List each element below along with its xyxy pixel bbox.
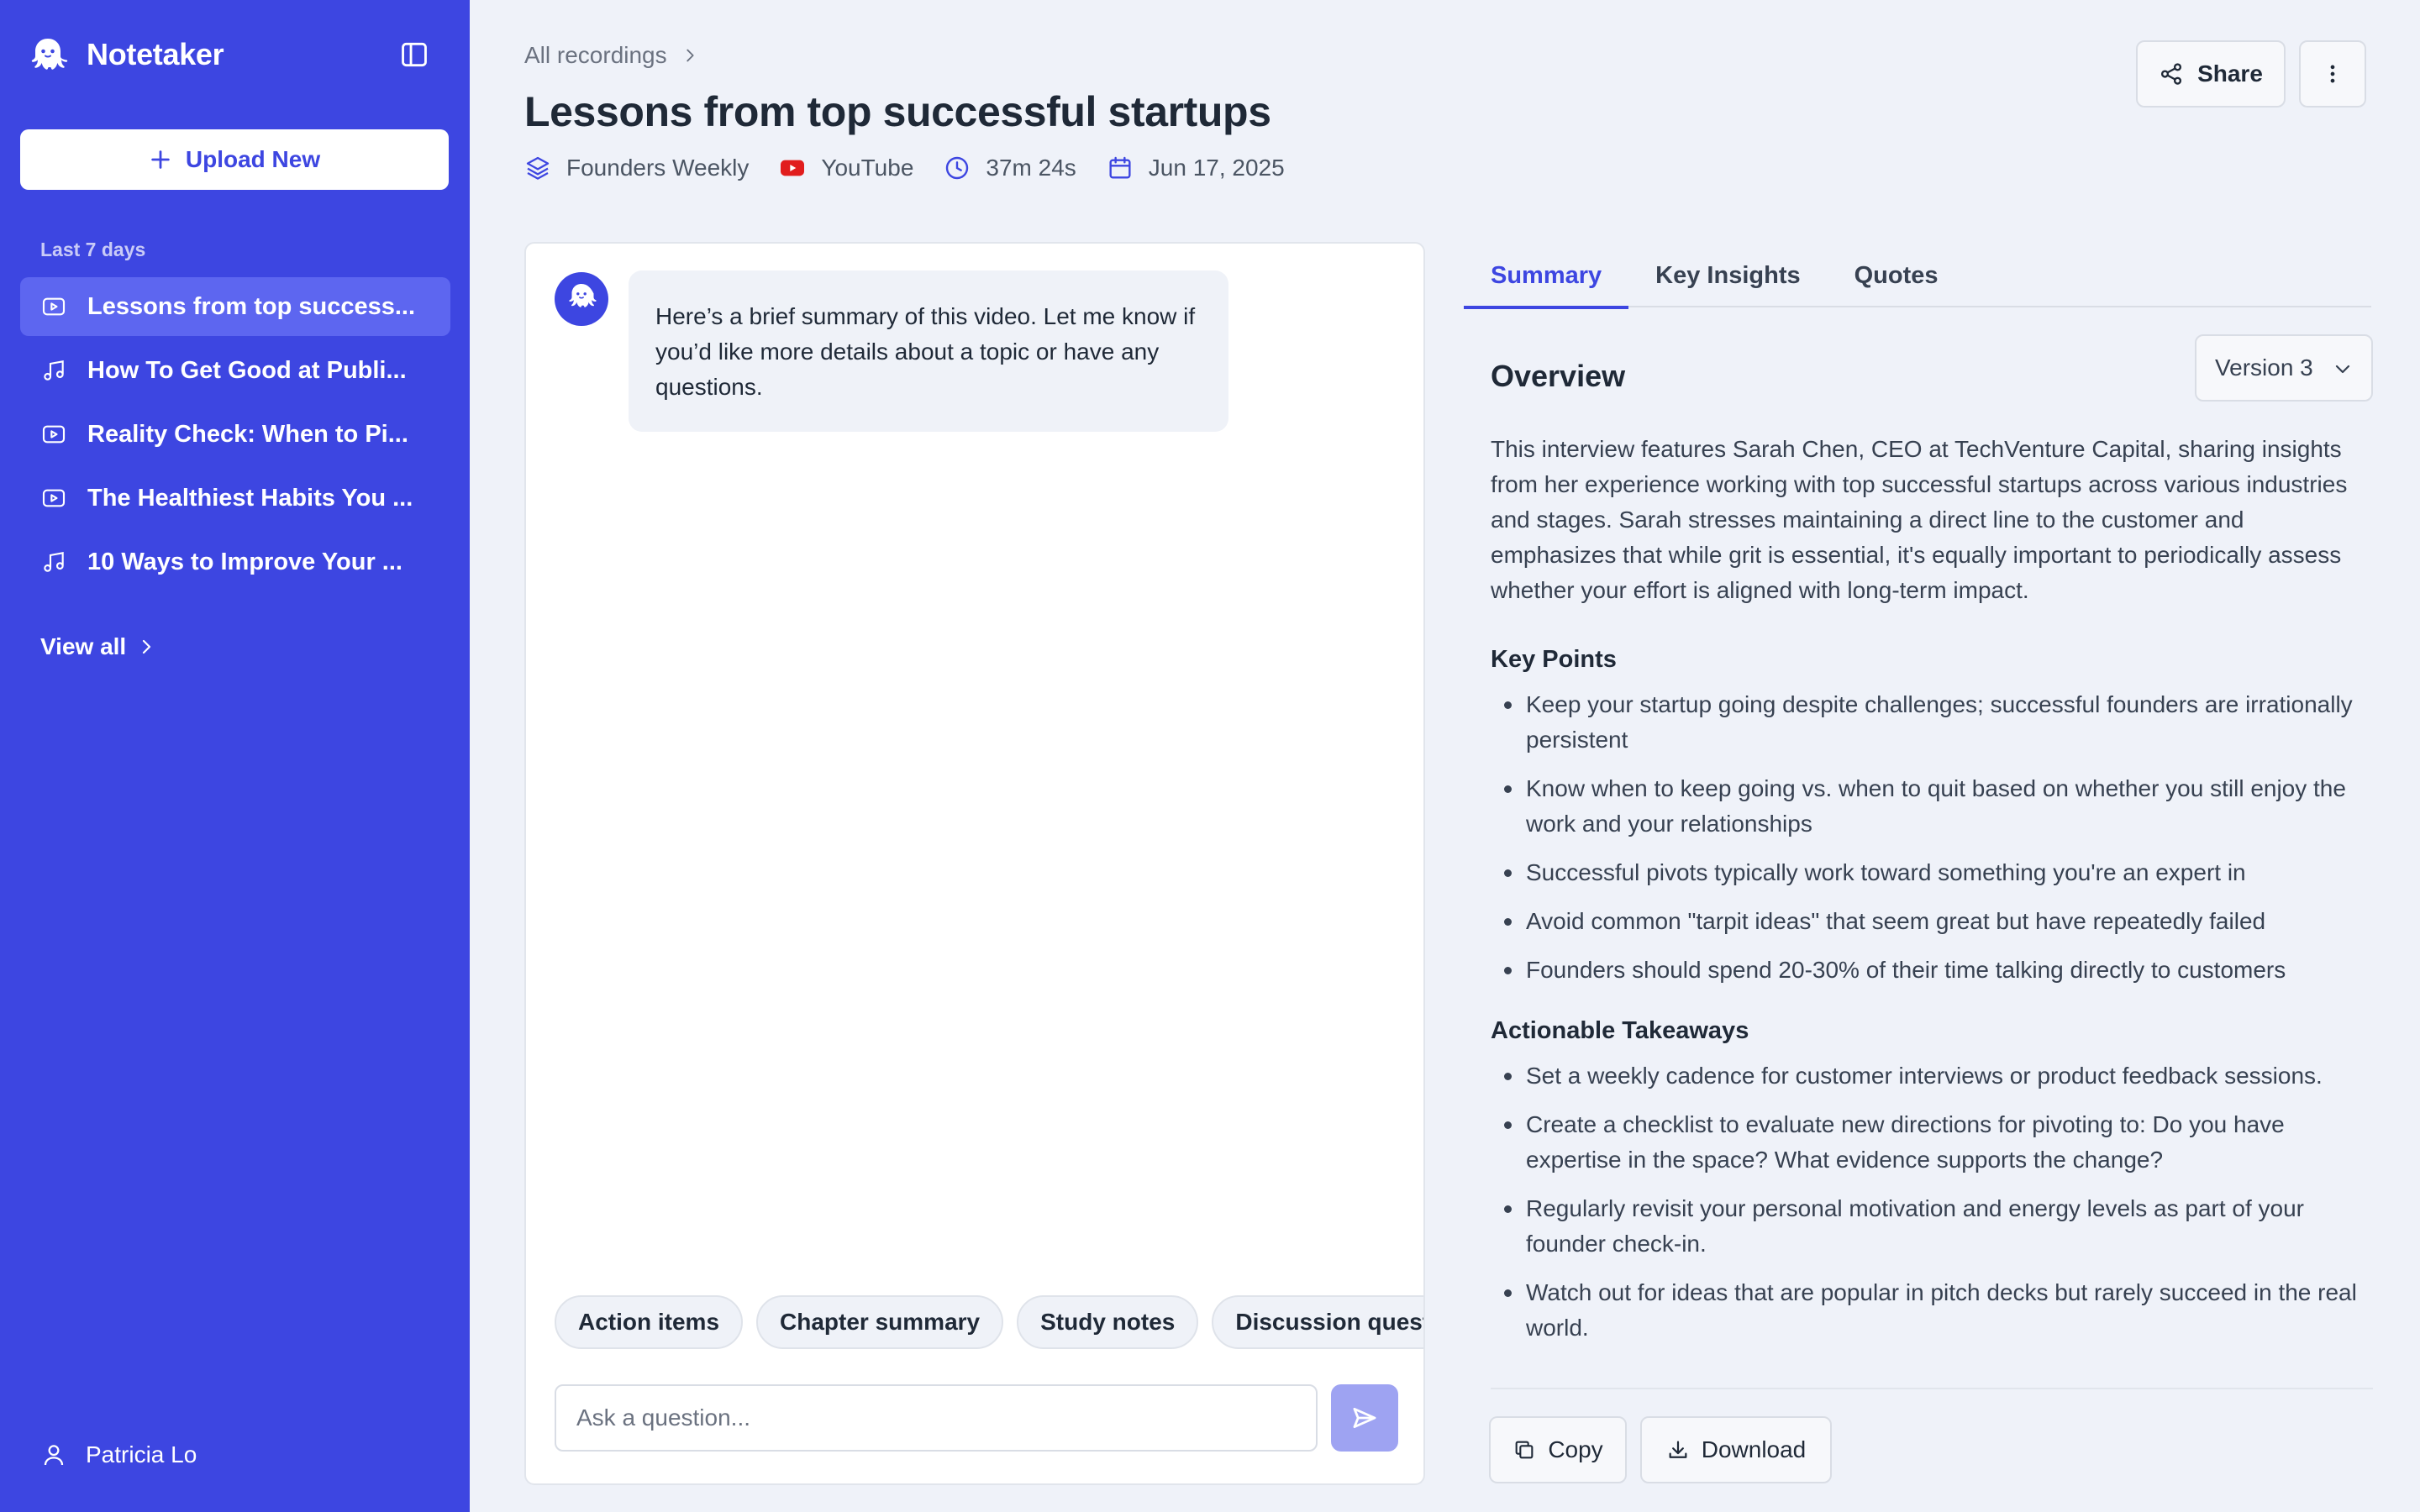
sidebar: Notetaker Upload New Last 7 days Lessons… (0, 0, 470, 1512)
calendar-icon (1109, 156, 1131, 179)
ask-question-input[interactable] (555, 1384, 1318, 1452)
list-item: Successful pivots typically work toward … (1491, 855, 2375, 890)
sidebar-item-label: 10 Ways to Improve Your ... (87, 548, 402, 575)
send-button[interactable] (1331, 1384, 1398, 1452)
user-profile[interactable]: Patricia Lo (40, 1441, 197, 1468)
meta-date-text: Jun 17, 2025 (1148, 155, 1285, 181)
video-icon (42, 489, 66, 507)
recordings-list: Lessons from top success... How To Get G… (20, 277, 450, 596)
chip-study-notes[interactable]: Study notes (1017, 1295, 1199, 1349)
chat-panel: Here’s a brief summary of this video. Le… (524, 242, 1425, 1485)
download-icon (1669, 1441, 1687, 1458)
list-item: Set a weekly cadence for customer interv… (1491, 1058, 2375, 1094)
chip-chapter-summary[interactable]: Chapter summary (756, 1295, 1004, 1349)
share-label: Share (2197, 60, 2263, 87)
sidebar-item-label: Lessons from top success... (87, 292, 416, 320)
youtube-icon (781, 160, 805, 176)
tab-quotes[interactable]: Quotes (1828, 244, 1965, 307)
video-icon (42, 297, 66, 316)
chip-action-items[interactable]: Action items (555, 1295, 744, 1349)
bot-message: Here’s a brief summary of this video. Le… (629, 270, 1228, 432)
chevron-right-icon (686, 49, 694, 62)
sidebar-item-recording[interactable]: Lessons from top success... (20, 277, 450, 336)
meta-source: YouTube (779, 155, 913, 181)
sidebar-toggle-button[interactable] (398, 39, 430, 71)
sidebar-item-label: How To Get Good at Publi... (87, 356, 407, 384)
chip-discussion-questions[interactable]: Discussion questions (1212, 1295, 1423, 1349)
download-label: Download (1701, 1436, 1807, 1462)
share-button[interactable]: Share (2136, 40, 2286, 108)
user-icon (44, 1445, 64, 1466)
sidebar-item-recording[interactable]: Reality Check: When to Pi... (20, 405, 450, 464)
summary-tabs: Summary Key Insights Quotes (1464, 244, 2371, 309)
meta-channel-text: Founders Weekly (566, 155, 750, 181)
summary-content: Overview This interview features Sarah C… (1491, 353, 2375, 1388)
more-vertical-icon (2330, 65, 2335, 83)
more-options-button[interactable] (2299, 40, 2366, 108)
sidebar-item-recording[interactable]: The Healthiest Habits You ... (20, 469, 450, 528)
tab-key-insights[interactable]: Key Insights (1628, 244, 1827, 307)
copy-button[interactable]: Copy (1489, 1416, 1627, 1483)
upload-new-label: Upload New (185, 146, 321, 172)
suggestion-chips: Action items Chapter summary Study notes… (555, 1295, 1423, 1349)
list-item: Create a checklist to evaluate new direc… (1491, 1107, 2375, 1178)
key-points-heading: Key Points (1491, 646, 1617, 673)
view-all-label: View all (40, 633, 127, 659)
sidebar-item-label: Reality Check: When to Pi... (87, 420, 408, 448)
meta-source-text: YouTube (821, 155, 914, 181)
breadcrumb-all-recordings[interactable]: All recordings (524, 42, 667, 69)
upload-new-button[interactable]: Upload New (20, 129, 449, 190)
sidebar-item-label: The Healthiest Habits You ... (87, 484, 413, 512)
breadcrumb[interactable]: All recordings (524, 42, 699, 69)
sidebar-item-recording[interactable]: 10 Ways to Improve Your ... (20, 533, 450, 591)
meta-duration: 37m 24s (944, 155, 1076, 181)
bot-avatar-icon (555, 272, 608, 326)
brand: Notetaker (28, 34, 224, 76)
share-icon (2161, 63, 2182, 85)
send-icon (1353, 1407, 1376, 1429)
sidebar-item-recording[interactable]: How To Get Good at Publi... (20, 341, 450, 400)
video-icon (42, 425, 66, 444)
music-note-icon (44, 360, 64, 381)
tab-summary[interactable]: Summary (1464, 244, 1629, 309)
list-item: Know when to keep going vs. when to quit… (1491, 771, 2375, 842)
user-name: Patricia Lo (86, 1441, 197, 1467)
page-title: Lessons from top successful startups (524, 88, 1271, 135)
divider (1491, 1388, 2373, 1389)
recording-meta: Founders Weekly YouTube 37m 24s Jun 17, … (524, 155, 1315, 181)
chevron-right-icon (143, 639, 151, 654)
copy-label: Copy (1548, 1436, 1603, 1462)
takeaways-list: Set a weekly cadence for customer interv… (1491, 1058, 2375, 1346)
download-button[interactable]: Download (1640, 1416, 1832, 1483)
key-points-list: Keep your startup going despite challeng… (1491, 687, 2375, 988)
layers-icon (526, 156, 550, 180)
panel-left-icon (402, 42, 427, 67)
plus-icon (151, 150, 170, 169)
clock-icon (946, 156, 969, 180)
octopus-logo-icon (31, 39, 68, 70)
view-all-link[interactable]: View all (40, 633, 156, 660)
takeaways-heading: Actionable Takeaways (1491, 1017, 1749, 1044)
overview-heading: Overview (1491, 359, 1626, 393)
list-item: Regularly revisit your personal motivati… (1491, 1191, 2375, 1262)
list-item: Watch out for ideas that are popular in … (1491, 1275, 2375, 1346)
list-item: Founders should spend 20-30% of their ti… (1491, 953, 2375, 988)
meta-channel: Founders Weekly (524, 155, 749, 181)
recent-section-label: Last 7 days (40, 239, 146, 260)
list-item: Keep your startup going despite challeng… (1491, 687, 2375, 758)
overview-text: This interview features Sarah Chen, CEO … (1491, 436, 2348, 603)
app-name: Notetaker (87, 37, 224, 71)
copy-icon (1515, 1441, 1534, 1459)
music-note-icon (44, 552, 64, 572)
meta-date: Jun 17, 2025 (1107, 155, 1285, 181)
meta-duration-text: 37m 24s (986, 155, 1076, 181)
list-item: Avoid common "tarpit ideas" that seem gr… (1491, 904, 2375, 939)
